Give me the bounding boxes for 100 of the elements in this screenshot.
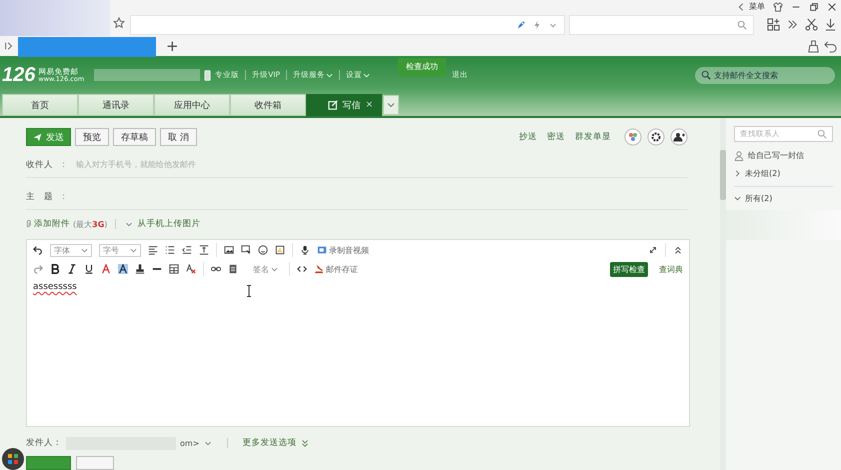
chevron-down-icon bbox=[130, 246, 137, 254]
attach-link[interactable]: 添加附件 bbox=[34, 218, 70, 230]
chevron-down-icon[interactable] bbox=[363, 72, 370, 78]
table-icon[interactable] bbox=[169, 264, 179, 274]
stamp-icon bbox=[314, 264, 324, 274]
mail-proof-button[interactable]: 邮件存证 bbox=[314, 264, 358, 275]
search-icon bbox=[817, 129, 827, 139]
chevron-right-icon bbox=[734, 170, 741, 177]
tab-menu-button[interactable] bbox=[383, 95, 399, 115]
download-icon[interactable] bbox=[824, 18, 837, 31]
video-icon bbox=[317, 245, 327, 256]
body-text[interactable]: assesssss bbox=[33, 282, 77, 292]
editor[interactable]: 字体 字号 录制音视频 签名 邮件存证 拼写检查 查词典 assesssss bbox=[26, 238, 690, 427]
dictionary-link[interactable]: 查词典 bbox=[659, 264, 683, 275]
close-icon[interactable] bbox=[827, 2, 837, 12]
format-painter-icon[interactable] bbox=[135, 264, 145, 274]
chevron-left-icon[interactable] bbox=[736, 2, 746, 12]
code-icon[interactable] bbox=[297, 264, 307, 274]
chevron-down-icon bbox=[81, 246, 88, 254]
nav-tab[interactable]: 收件箱 bbox=[230, 94, 306, 116]
paper-plane-icon bbox=[33, 132, 42, 142]
phone-icon[interactable] bbox=[204, 70, 212, 80]
undo-icon[interactable] bbox=[824, 40, 837, 52]
chevron-down-icon bbox=[271, 266, 278, 273]
collapse-icon[interactable] bbox=[673, 245, 683, 256]
menu-link[interactable]: 菜单 bbox=[749, 1, 765, 12]
spellcheck-button[interactable]: 拼写检查 bbox=[610, 262, 648, 277]
send-button[interactable]: 发送 bbox=[26, 128, 71, 146]
record-video-button[interactable]: 录制音视频 bbox=[317, 244, 369, 256]
expand-icon[interactable] bbox=[648, 245, 658, 256]
header-option-link[interactable]: 密送 bbox=[547, 131, 565, 143]
colon: ： bbox=[59, 191, 68, 203]
bold-icon[interactable] bbox=[50, 264, 60, 274]
nav-tab[interactable]: 首页 bbox=[2, 94, 78, 116]
new-tab-button[interactable]: + bbox=[166, 37, 179, 55]
add-contact-icon[interactable] bbox=[670, 128, 688, 146]
contact-group[interactable]: 未分组(2) bbox=[734, 168, 841, 179]
chevron-down-icon[interactable] bbox=[326, 72, 334, 78]
palette-icon[interactable] bbox=[624, 128, 642, 146]
toolbar-button[interactable]: 预览 bbox=[75, 128, 109, 146]
underline-icon[interactable] bbox=[84, 264, 94, 274]
italic-icon[interactable] bbox=[67, 264, 77, 274]
image-icon[interactable] bbox=[224, 245, 234, 256]
browser-search-field[interactable] bbox=[569, 15, 754, 35]
scissors-icon[interactable] bbox=[805, 18, 818, 31]
double-chevron-down-icon[interactable] bbox=[300, 438, 310, 448]
search-icon bbox=[737, 20, 747, 30]
star-icon[interactable] bbox=[113, 17, 125, 29]
toolbar-button[interactable]: 取 消 bbox=[160, 128, 197, 146]
lightning-icon[interactable] bbox=[532, 20, 542, 30]
nav-tab[interactable]: 写信 × bbox=[306, 94, 382, 116]
app-launcher-icon[interactable] bbox=[2, 448, 24, 470]
size-select[interactable]: 字号 bbox=[99, 244, 141, 257]
rocket-icon[interactable] bbox=[516, 20, 526, 30]
emoji-icon[interactable] bbox=[258, 245, 268, 256]
write-self-link[interactable]: 给自己写一封信 bbox=[748, 150, 804, 161]
phone-upload-link[interactable]: 从手机上传图片 bbox=[137, 218, 200, 230]
align-icon[interactable] bbox=[148, 245, 158, 256]
more-options-link[interactable]: 更多发送选项 bbox=[242, 437, 296, 450]
contact-group[interactable]: 所有(2) bbox=[734, 186, 833, 204]
nav-tab[interactable]: 通讯录 bbox=[78, 94, 154, 116]
redo-icon[interactable] bbox=[33, 264, 43, 274]
font-select[interactable]: 字体 bbox=[50, 244, 92, 257]
screenshot-icon[interactable] bbox=[241, 245, 251, 256]
outdent-icon[interactable] bbox=[182, 245, 192, 256]
list-icon[interactable] bbox=[165, 245, 175, 256]
chart-icon[interactable] bbox=[275, 245, 285, 256]
settings-icon[interactable] bbox=[647, 128, 665, 146]
logo-number[interactable]: 126 bbox=[2, 64, 36, 86]
nav-tab[interactable]: 应用中心 bbox=[154, 94, 230, 116]
undo-icon[interactable] bbox=[33, 245, 43, 256]
highlight-icon[interactable] bbox=[118, 264, 128, 274]
microphone-icon[interactable] bbox=[300, 245, 310, 256]
shirt-icon[interactable] bbox=[773, 2, 783, 12]
clear-format-icon[interactable] bbox=[186, 264, 196, 274]
header-option-link[interactable]: 抄送 bbox=[519, 131, 537, 143]
header-option-link[interactable]: 群发单显 bbox=[575, 131, 611, 143]
line-height-icon[interactable] bbox=[199, 245, 209, 256]
edit-icon bbox=[328, 100, 338, 110]
close-icon[interactable]: × bbox=[365, 100, 373, 110]
text-cursor-icon bbox=[246, 284, 252, 297]
document-icon[interactable] bbox=[228, 264, 238, 274]
chevron-down-icon bbox=[734, 195, 741, 202]
chevron-down-icon bbox=[387, 101, 395, 109]
restore-icon[interactable] bbox=[809, 2, 819, 12]
field-label: 主 题 bbox=[26, 190, 53, 202]
double-chevron-icon[interactable] bbox=[786, 18, 799, 31]
sidebar-toggle-icon[interactable] bbox=[4, 41, 14, 51]
grid-icon[interactable] bbox=[767, 18, 780, 31]
sender-address[interactable]: om> bbox=[180, 438, 200, 448]
scrollbar-thumb[interactable] bbox=[720, 150, 726, 200]
search-icon bbox=[701, 70, 711, 80]
input-field[interactable]: 输入对方手机号，就能给他发邮件 bbox=[74, 159, 688, 170]
signature-select[interactable]: 签名 bbox=[253, 264, 278, 275]
success-toast: 检查成功 bbox=[398, 58, 446, 76]
toolbar-button[interactable]: 存草稿 bbox=[113, 128, 156, 146]
mail-search-field[interactable]: 支持邮件全文搜索 bbox=[695, 66, 835, 84]
font-color-icon[interactable] bbox=[101, 264, 111, 274]
colon: ： bbox=[59, 159, 68, 171]
size-limit: (最大3G) bbox=[73, 218, 108, 230]
